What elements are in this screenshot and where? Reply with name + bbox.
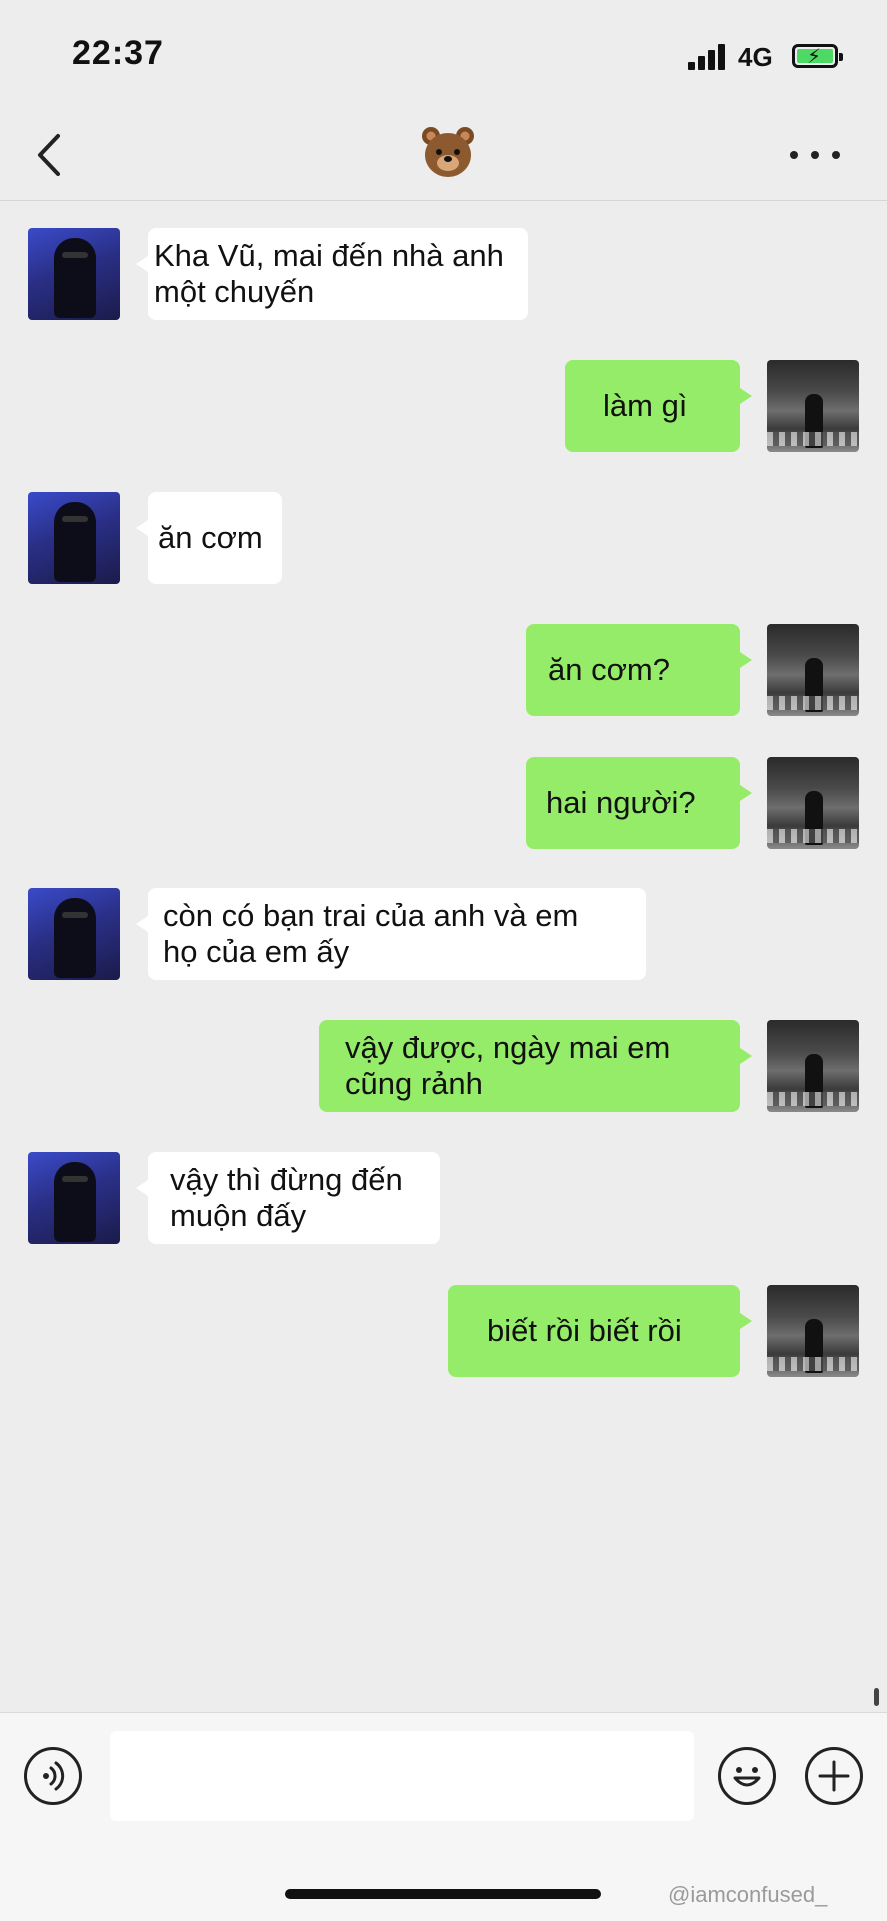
my-avatar[interactable] [767,624,859,716]
voice-input-button[interactable] [24,1747,82,1805]
contact-avatar[interactable] [28,1152,120,1244]
status-time: 22:37 [72,34,164,72]
watermark-text: @iamconfused_ [668,1882,828,1907]
chat-title [418,122,478,182]
contact-avatar[interactable] [28,228,120,320]
message-bubble-incoming[interactable]: vậy thì đừng đến muộn đấy [136,1152,440,1244]
message-bubble-incoming[interactable]: còn có bạn trai của anh và em họ của em … [136,888,646,980]
status-bar: 22:37 4G ⚡ [0,0,887,110]
add-more-button[interactable] [805,1747,863,1805]
my-avatar[interactable] [767,360,859,452]
message-bubble-outgoing[interactable]: ăn cơm? [526,624,752,716]
my-avatar[interactable] [767,1020,859,1112]
dot-icon [811,151,819,159]
home-indicator[interactable] [285,1889,601,1899]
network-type: 4G [738,42,773,72]
message-bubble-outgoing[interactable]: vậy được, ngày mai em cũng rảnh [319,1020,752,1112]
contact-avatar[interactable] [28,888,120,980]
voice-icon [43,1761,65,1791]
chat-header [0,110,887,201]
message-bubble-outgoing[interactable]: hai người? [526,757,752,849]
cellular-signal-icon [688,44,728,70]
smiley-icon [733,1767,761,1787]
dot-icon [832,151,840,159]
my-avatar[interactable] [767,757,859,849]
contact-avatar[interactable] [28,492,120,584]
battery-charging-icon: ⚡ [792,44,843,68]
more-options-button[interactable] [790,140,840,170]
message-bubble-incoming[interactable]: Kha Vũ, mai đến nhà anh một chuyến [136,228,528,320]
message-bubble-outgoing[interactable]: làm gì [565,360,752,452]
message-input[interactable] [110,1731,694,1821]
plus-icon [818,1760,850,1792]
back-button[interactable] [28,128,78,182]
dot-icon [790,151,798,159]
emoji-button[interactable] [718,1747,776,1805]
bear-face-icon [422,127,474,177]
my-avatar[interactable] [767,1285,859,1377]
chevron-left-icon [38,134,60,176]
message-bubble-incoming[interactable]: ăn cơm [136,492,282,584]
message-bubble-outgoing[interactable]: biết rồi biết rồi [448,1285,752,1377]
scrollbar[interactable] [874,1688,879,1706]
